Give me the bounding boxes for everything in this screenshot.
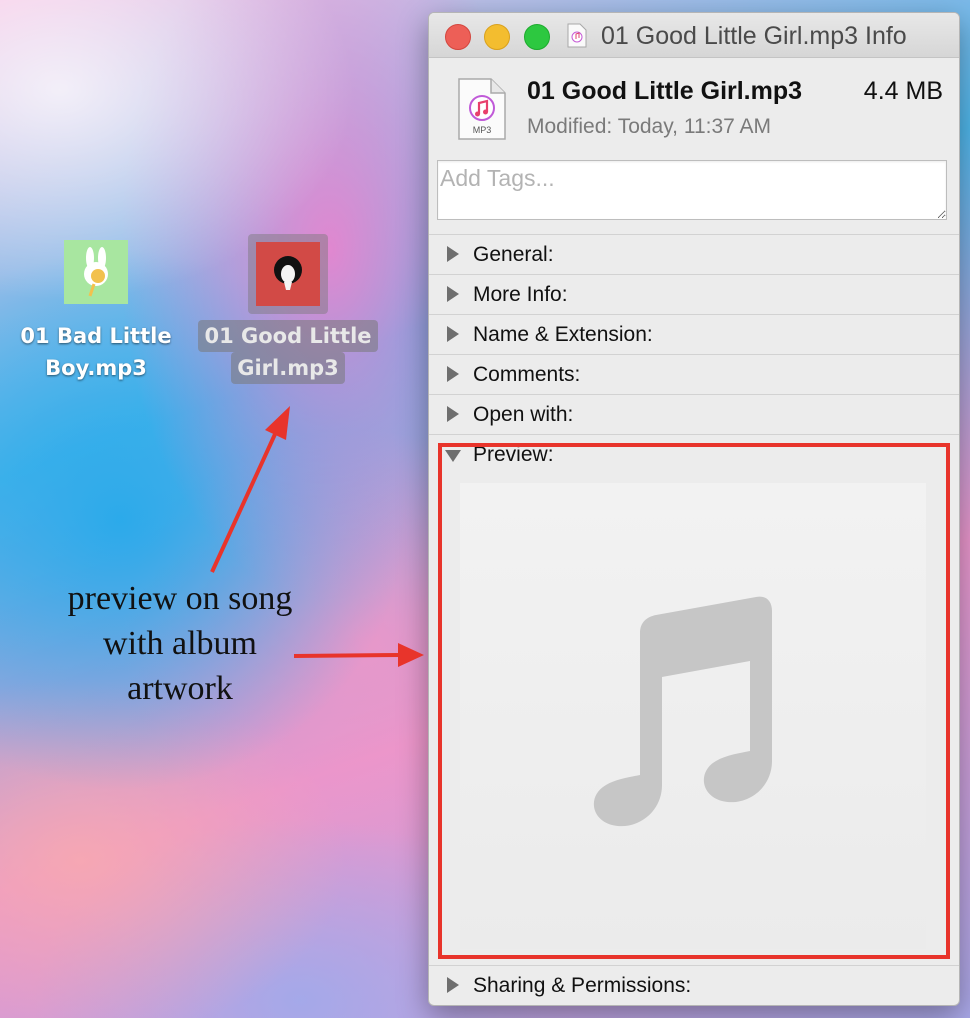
file-name: 01 Good Little Girl.mp3 [527, 77, 803, 105]
file-size: 4.4 MB [863, 77, 943, 105]
album-art-thumbnail [64, 240, 128, 304]
section-label: More Info: [473, 283, 568, 306]
desktop-icon-label: 01 Bad Little Boy.mp3 [20, 324, 172, 380]
annotation-arrow-up [210, 406, 290, 573]
disclosure-triangle-icon[interactable] [447, 286, 459, 302]
section-label: Open with: [473, 403, 574, 426]
disclosure-triangle-icon[interactable] [447, 406, 459, 422]
title-bar[interactable]: 01 Good Little Girl.mp3 Info [429, 13, 959, 58]
mp3-file-icon [567, 23, 587, 48]
desktop-icon-label: 01 Good Little Girl.mp3 [198, 320, 378, 384]
section-label: Preview: [473, 443, 554, 466]
album-art-thumbnail [248, 234, 328, 314]
disclosure-triangle-icon[interactable] [447, 326, 459, 342]
section-label: Sharing & Permissions: [473, 974, 692, 997]
section-more-info[interactable]: More Info: [429, 274, 959, 314]
disclosure-triangle-icon[interactable] [447, 246, 459, 262]
section-comments[interactable]: Comments: [429, 354, 959, 394]
window-title: 01 Good Little Girl.mp3 Info [601, 22, 907, 50]
disclosure-triangle-expanded-icon[interactable] [445, 450, 461, 462]
disclosure-triangle-icon[interactable] [447, 977, 459, 993]
section-name-extension[interactable]: Name & Extension: [429, 314, 959, 354]
section-sharing-permissions[interactable]: Sharing & Permissions: [429, 965, 959, 1005]
section-label: Comments: [473, 363, 581, 386]
mp3-file-icon: MP3 [458, 78, 506, 140]
section-preview[interactable]: Preview: [429, 434, 959, 474]
section-label: General: [473, 243, 554, 266]
disclosure-triangle-icon[interactable] [447, 366, 459, 382]
add-tags-field[interactable] [437, 160, 947, 220]
info-window: 01 Good Little Girl.mp3 Info MP3 01 Good… [428, 12, 960, 1006]
preview-area [460, 483, 926, 949]
file-icon-badge: MP3 [473, 125, 492, 135]
section-open-with[interactable]: Open with: [429, 394, 959, 434]
close-button[interactable] [445, 24, 471, 50]
modified-value: Today, 11:37 AM [617, 115, 772, 138]
modified-label: Modified: [527, 115, 613, 138]
section-label: Name & Extension: [473, 323, 653, 346]
annotation-text: preview on song with album artwork [67, 580, 293, 707]
modified-date: Modified: Today, 11:37 AM [527, 113, 771, 141]
minimize-button[interactable] [484, 24, 510, 50]
info-sections: General: More Info: Name & Extension: Co… [429, 234, 959, 474]
section-general[interactable]: General: [429, 234, 959, 274]
music-note-icon [593, 596, 772, 827]
zoom-button[interactable] [524, 24, 550, 50]
